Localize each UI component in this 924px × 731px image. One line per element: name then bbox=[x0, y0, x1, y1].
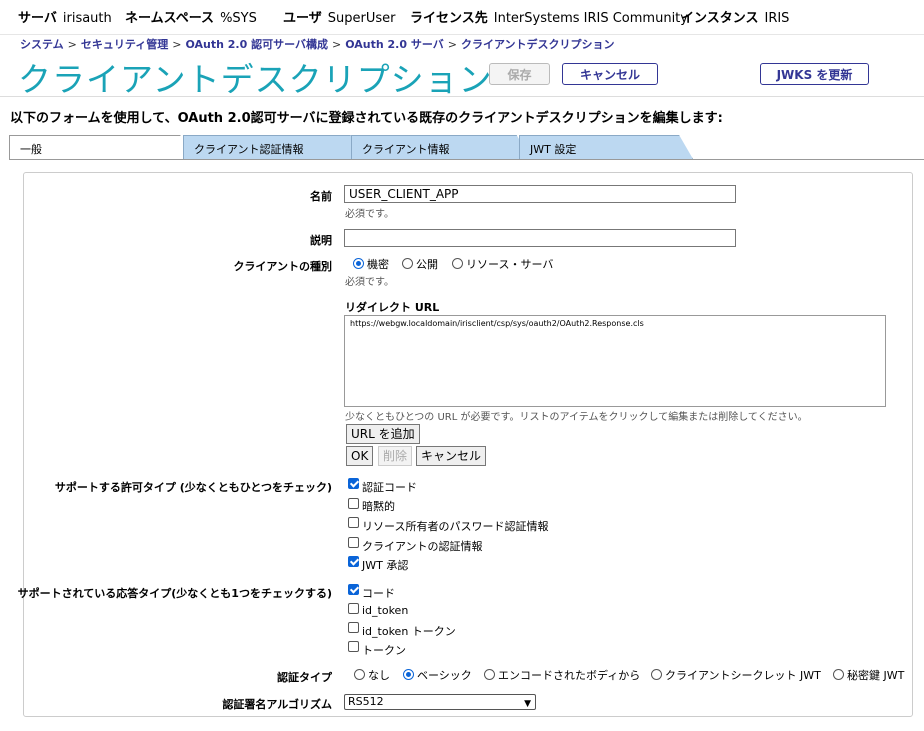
license-value: InterSystems IRIS Community bbox=[493, 11, 688, 26]
grant-authorization-code-checkbox[interactable] bbox=[348, 478, 359, 489]
client-type-hint: 必須です。 bbox=[345, 277, 394, 288]
namespace-label: ネームスペース bbox=[125, 11, 215, 26]
grant-jwt-label: JWT 承認 bbox=[362, 559, 409, 572]
client-type-confidential-radio[interactable] bbox=[353, 258, 364, 269]
instance-label: インスタンス bbox=[681, 11, 759, 26]
signing-alg-label: 認証署名アルゴリズム bbox=[222, 698, 332, 711]
user-info: ユーザ SuperUser bbox=[283, 7, 395, 26]
tab-client-credentials[interactable]: クライアント認証情報 bbox=[183, 135, 365, 159]
client-type-public-radio[interactable] bbox=[402, 258, 413, 269]
namespace-value: %SYS bbox=[220, 11, 257, 26]
page-title: クライアントデスクリプション bbox=[18, 60, 493, 99]
response-id-token-label: id_token bbox=[362, 604, 409, 617]
intro-text: 以下のフォームを使用して、OAuth 2.0認可サーバに登録されている既存のクラ… bbox=[10, 111, 723, 126]
client-type-resource-server-label: リソース・サーバ bbox=[466, 258, 554, 271]
delete-button[interactable]: 削除 bbox=[378, 446, 413, 466]
response-code-label: コード bbox=[362, 587, 395, 600]
user-label: ユーザ bbox=[283, 11, 322, 26]
grant-password-label: リソース所有者のパスワード認証情報 bbox=[362, 520, 549, 533]
server-info: サーバ irisauth bbox=[18, 7, 112, 26]
auth-type-form-encoded-radio[interactable] bbox=[484, 669, 495, 680]
auth-type-label: 認証タイプ bbox=[277, 671, 332, 684]
redirect-url-item[interactable]: https://webgw.localdomain/irisclient/csp… bbox=[350, 319, 880, 328]
save-button[interactable]: 保存 bbox=[489, 63, 550, 85]
name-label: 名前 bbox=[310, 190, 332, 203]
tab-jwt-settings[interactable]: JWT 設定 bbox=[519, 135, 693, 159]
instance-info: インスタンス IRIS bbox=[681, 7, 789, 26]
response-token-label: トークン bbox=[362, 644, 406, 657]
breadcrumb-oauth-config[interactable]: OAuth 2.0 認可サーバ構成 bbox=[185, 38, 328, 51]
signing-alg-value: RS512 bbox=[348, 695, 384, 708]
top-bar: サーバ irisauth ネームスペース %SYS ユーザ SuperUser ライセ… bbox=[0, 0, 924, 35]
grant-client-credentials-checkbox[interactable] bbox=[348, 537, 359, 548]
grant-client-credentials-label: クライアントの認証情報 bbox=[362, 540, 483, 553]
add-url-button[interactable]: URL を追加 bbox=[346, 424, 420, 444]
client-type-resource-server-radio[interactable] bbox=[452, 258, 463, 269]
redirect-url-list[interactable]: https://webgw.localdomain/irisclient/csp… bbox=[344, 315, 886, 407]
response-id-token-token-label: id_token トークン bbox=[362, 625, 456, 638]
description-label: 説明 bbox=[310, 234, 332, 247]
name-hint: 必須です。 bbox=[345, 209, 394, 220]
auth-type-basic-radio[interactable] bbox=[403, 669, 414, 680]
form-panel bbox=[23, 172, 913, 717]
auth-type-none-label: なし bbox=[368, 669, 390, 682]
client-type-label: クライアントの種別 bbox=[233, 260, 332, 273]
breadcrumb-security[interactable]: セキュリティ管理 bbox=[81, 38, 168, 51]
refresh-jwks-button[interactable]: JWKS を更新 bbox=[760, 63, 869, 85]
response-types-label: サポートされている応答タイプ(少なくとも1つをチェックする) bbox=[17, 587, 332, 600]
auth-type-none-radio[interactable] bbox=[354, 669, 365, 680]
server-value: irisauth bbox=[62, 11, 112, 26]
license-info: ライセンス先 InterSystems IRIS Community bbox=[410, 7, 688, 26]
response-token-checkbox[interactable] bbox=[348, 641, 359, 652]
ok-button[interactable]: OK bbox=[346, 446, 374, 466]
url-cancel-button[interactable]: キャンセル bbox=[416, 446, 487, 466]
breadcrumb-system[interactable]: システム bbox=[20, 38, 64, 51]
breadcrumb: システム > セキュリティ管理 > OAuth 2.0 認可サーバ構成 > OAuth 2.… bbox=[20, 38, 615, 51]
tab-underline bbox=[9, 159, 924, 160]
redirect-url-hint: 少なくともひとつの URL が必要です。リストのアイテムをクリックして編集または… bbox=[345, 412, 808, 423]
chevron-down-icon: ▼ bbox=[524, 699, 531, 709]
grant-implicit-label: 暗黙的 bbox=[362, 500, 395, 513]
grant-jwt-checkbox[interactable] bbox=[348, 556, 359, 567]
client-type-confidential-label: 機密 bbox=[367, 258, 389, 271]
instance-value: IRIS bbox=[764, 11, 790, 26]
response-id-token-token-checkbox[interactable] bbox=[348, 622, 359, 633]
header-divider bbox=[0, 96, 924, 97]
auth-type-private-key-jwt-label: 秘密鍵 JWT bbox=[847, 669, 905, 682]
signing-alg-select[interactable]: RS512 ▼ bbox=[344, 694, 536, 710]
tab-client-info[interactable]: クライアント情報 bbox=[351, 135, 531, 159]
server-label: サーバ bbox=[18, 11, 57, 26]
redirect-url-label: リダイレクト URL bbox=[345, 301, 440, 314]
cancel-button[interactable]: キャンセル bbox=[562, 63, 658, 85]
auth-type-client-secret-jwt-radio[interactable] bbox=[651, 669, 662, 680]
response-code-checkbox[interactable] bbox=[348, 584, 359, 595]
breadcrumb-oauth-server[interactable]: OAuth 2.0 サーバ bbox=[345, 38, 444, 51]
breadcrumb-client-description[interactable]: クライアントデスクリプション bbox=[461, 38, 615, 51]
namespace-info: ネームスペース %SYS bbox=[125, 7, 257, 26]
name-field[interactable]: USER_CLIENT_APP bbox=[344, 185, 736, 203]
grant-implicit-checkbox[interactable] bbox=[348, 498, 359, 509]
response-id-token-checkbox[interactable] bbox=[348, 603, 359, 614]
tab-general[interactable]: 一般 bbox=[9, 135, 195, 159]
auth-type-client-secret-jwt-label: クライアントシークレット JWT bbox=[665, 669, 821, 682]
auth-type-form-encoded-label: エンコードされたボディから bbox=[498, 669, 641, 682]
grant-types-label: サポートする許可タイプ (少なくともひとつをチェック) bbox=[54, 481, 332, 494]
client-type-public-label: 公開 bbox=[416, 258, 438, 271]
auth-type-basic-label: ベーシック bbox=[417, 669, 472, 682]
license-label: ライセンス先 bbox=[410, 11, 488, 26]
grant-authorization-code-label: 認証コード bbox=[362, 481, 417, 494]
description-field[interactable] bbox=[344, 229, 736, 247]
auth-type-private-key-jwt-radio[interactable] bbox=[833, 669, 844, 680]
grant-password-checkbox[interactable] bbox=[348, 517, 359, 528]
user-value: SuperUser bbox=[327, 11, 396, 26]
